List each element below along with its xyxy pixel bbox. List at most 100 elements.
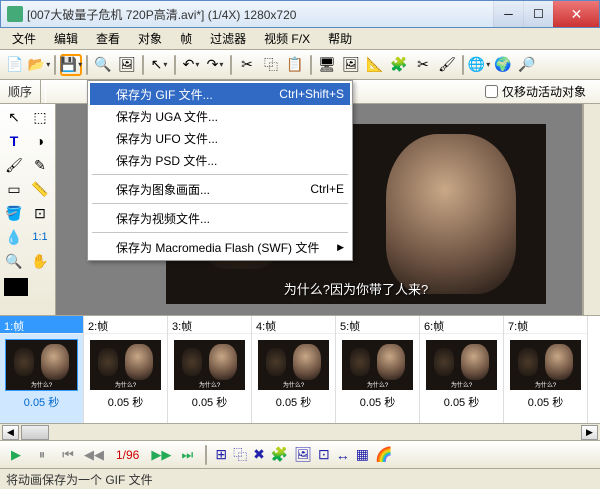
- frame-tool-a[interactable]: 🧩: [271, 446, 288, 463]
- next-frame-button[interactable]: ▶▶: [151, 447, 171, 463]
- frame-thumbnail: 为什么?: [90, 340, 161, 390]
- frame-thumbnail: 为什么?: [6, 340, 77, 390]
- menu-object[interactable]: 对象: [130, 28, 170, 49]
- menu-save-image[interactable]: 保存为图象画面... Ctrl+E: [90, 178, 350, 200]
- menu-videofx[interactable]: 视频 F/X: [256, 28, 318, 49]
- minimize-button[interactable]: ─: [493, 1, 523, 27]
- frame-4[interactable]: 4:帧 为什么? 0.05 秒: [252, 316, 336, 423]
- menu-save-ufo[interactable]: 保存为 UFO 文件...: [90, 127, 350, 149]
- delete-frame-button[interactable]: ✖: [253, 446, 265, 463]
- copy-button[interactable]: ⿻: [260, 54, 282, 76]
- frame-resize-button[interactable]: ↔: [336, 447, 350, 463]
- close-button[interactable]: ✕: [553, 1, 599, 27]
- separator: [230, 55, 232, 75]
- tool-c[interactable]: 📐: [364, 54, 386, 76]
- frame-header: 6:帧: [420, 316, 503, 334]
- arrow-tool-button[interactable]: ↖▾: [148, 54, 170, 76]
- move-active-only-checkbox[interactable]: [485, 85, 498, 98]
- play-button[interactable]: ▶: [6, 447, 26, 463]
- add-frame-button[interactable]: ⊞: [215, 446, 227, 463]
- menu-frame[interactable]: 帧: [172, 28, 200, 49]
- frame-tool-e[interactable]: 🌈: [375, 446, 392, 463]
- text-tool[interactable]: T: [2, 130, 26, 152]
- web-button[interactable]: 🌐▾: [468, 54, 490, 76]
- eraser-tool[interactable]: ▭: [2, 178, 26, 200]
- playback-toolbar: ▶ ⏸ ⏮ ◀◀ 1/96 ▶▶ ⏭ ⊞ ⿻ ✖ 🧩 🖼 ⊡ ↔ ▦ 🌈: [0, 440, 600, 468]
- pointer-tool[interactable]: ↖: [2, 106, 26, 128]
- tool-b[interactable]: 🖼: [340, 54, 362, 76]
- vertical-scrollbar[interactable]: [583, 104, 600, 315]
- frame-tool-d[interactable]: ▦: [356, 446, 369, 463]
- pause-button[interactable]: ⏸: [32, 447, 52, 463]
- select-tool[interactable]: ⬚: [28, 106, 52, 128]
- menu-filter[interactable]: 过滤器: [202, 28, 254, 49]
- first-frame-button[interactable]: ⏮: [58, 447, 78, 463]
- undo-button[interactable]: ↶▾: [180, 54, 202, 76]
- browser-button[interactable]: 🌍: [492, 54, 514, 76]
- frame-6[interactable]: 6:帧 为什么? 0.05 秒: [420, 316, 504, 423]
- preview-button[interactable]: 🔍: [92, 54, 114, 76]
- tool-e[interactable]: ✂: [412, 54, 434, 76]
- frame-header: 2:帧: [84, 316, 167, 334]
- prev-frame-button[interactable]: ◀◀: [84, 447, 104, 463]
- frame-duration: 0.05 秒: [252, 392, 335, 412]
- save-dropdown-button[interactable]: 💾▾: [60, 54, 82, 76]
- new-button[interactable]: 📄: [4, 54, 26, 76]
- last-frame-button[interactable]: ⏭: [177, 447, 197, 463]
- pencil-tool[interactable]: ✎: [28, 154, 52, 176]
- window-title: [007大破量子危机 720P高清.avi*] (1/4X) 1280x720: [27, 6, 493, 23]
- menu-view[interactable]: 查看: [88, 28, 128, 49]
- menu-save-uga[interactable]: 保存为 UGA 文件...: [90, 105, 350, 127]
- menu-save-psd[interactable]: 保存为 PSD 文件...: [90, 149, 350, 171]
- menu-edit[interactable]: 编辑: [46, 28, 86, 49]
- menu-item-label: 保存为 PSD 文件...: [116, 152, 217, 169]
- open-button[interactable]: 📂▾: [28, 54, 50, 76]
- menu-item-label: 保存为 GIF 文件...: [116, 86, 213, 103]
- tool-d[interactable]: 🧩: [388, 54, 410, 76]
- ruler-tool[interactable]: 📏: [28, 178, 52, 200]
- menu-help[interactable]: 帮助: [320, 28, 360, 49]
- crop-tool[interactable]: ⊡: [28, 202, 52, 224]
- bucket-tool[interactable]: 🪣: [2, 202, 26, 224]
- frame-duration: 0.05 秒: [168, 392, 251, 412]
- frame-tool-c[interactable]: ⊡: [318, 446, 330, 463]
- redo-button[interactable]: ↷▾: [204, 54, 226, 76]
- frame-strip: 1:帧 为什么? 0.05 秒 2:帧 为什么? 0.05 秒 3:帧 为什么?…: [0, 315, 600, 423]
- foreground-color-swatch[interactable]: [4, 278, 28, 296]
- menu-save-video[interactable]: 保存为视频文件...: [90, 207, 350, 229]
- scroll-right-button[interactable]: ▶: [581, 425, 598, 440]
- menu-save-gif[interactable]: 保存为 GIF 文件... Ctrl+Shift+S: [90, 83, 350, 105]
- frame-5[interactable]: 5:帧 为什么? 0.05 秒: [336, 316, 420, 423]
- menu-item-label: 保存为 UFO 文件...: [116, 130, 218, 147]
- eyedropper-tool[interactable]: 💧: [2, 226, 26, 248]
- cut-button[interactable]: ✂: [236, 54, 258, 76]
- maximize-button[interactable]: ☐: [523, 1, 553, 27]
- brush-tool[interactable]: 🖌: [2, 154, 26, 176]
- menu-save-swf[interactable]: 保存为 Macromedia Flash (SWF) 文件 ▶: [90, 236, 350, 258]
- optimize-button[interactable]: 🖼: [116, 54, 138, 76]
- frame-7[interactable]: 7:帧 为什么? 0.05 秒: [504, 316, 588, 423]
- shape-tool[interactable]: ◑: [28, 130, 52, 152]
- menubar: 文件 编辑 查看 对象 帧 过滤器 视频 F/X 帮助: [0, 28, 600, 50]
- tool-a[interactable]: 🖥: [316, 54, 338, 76]
- menu-item-shortcut: Ctrl+E: [290, 182, 344, 196]
- frame-duration: 0.05 秒: [336, 392, 419, 412]
- zoom-11-tool[interactable]: 1:1: [28, 226, 52, 248]
- frame-hscrollbar[interactable]: ◀ ▶: [0, 423, 600, 440]
- zoom-tool[interactable]: 🔍: [2, 250, 26, 272]
- hand-tool[interactable]: ✋: [28, 250, 52, 272]
- divider: [40, 80, 46, 103]
- tool-f[interactable]: 🖌: [436, 54, 458, 76]
- separator: [142, 55, 144, 75]
- frame-3[interactable]: 3:帧 为什么? 0.05 秒: [168, 316, 252, 423]
- frame-1[interactable]: 1:帧 为什么? 0.05 秒: [0, 316, 84, 423]
- paste-button[interactable]: 📋: [284, 54, 306, 76]
- frame-tool-b[interactable]: 🖼: [294, 446, 312, 463]
- scroll-left-button[interactable]: ◀: [2, 425, 19, 440]
- find-button[interactable]: 🔎: [516, 54, 538, 76]
- scroll-thumb[interactable]: [21, 425, 49, 440]
- video-subtitle: 为什么?因为你带了人来?: [166, 279, 546, 298]
- duplicate-frame-button[interactable]: ⿻: [233, 445, 247, 465]
- menu-file[interactable]: 文件: [4, 28, 44, 49]
- frame-2[interactable]: 2:帧 为什么? 0.05 秒: [84, 316, 168, 423]
